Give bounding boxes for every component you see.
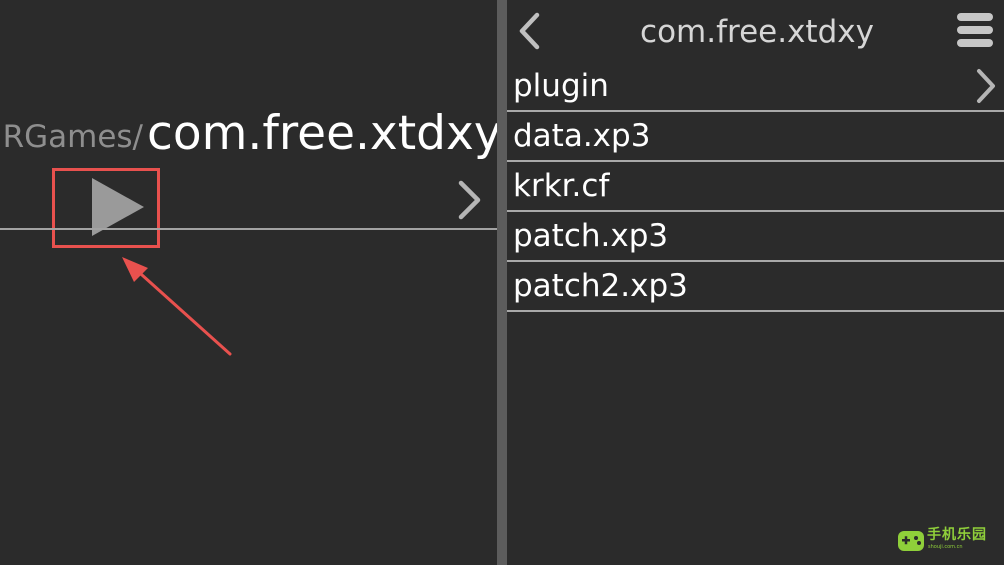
path-breadcrumb: RGames/ com.free.xtdxy	[0, 108, 497, 168]
pane-splitter[interactable]	[497, 0, 507, 565]
list-item-krkr-cf[interactable]: krkr.cf	[507, 162, 1004, 212]
file-label: patch2.xp3	[513, 268, 688, 304]
file-label: data.xp3	[513, 118, 651, 154]
left-pane: RGames/ com.free.xtdxy	[0, 0, 497, 565]
chevron-left-icon[interactable]	[513, 12, 545, 50]
watermark-subtext: shouji.com.cn	[928, 544, 963, 550]
list-item-patch-xp3[interactable]: patch.xp3	[507, 212, 1004, 262]
file-label: patch.xp3	[513, 218, 669, 254]
list-item-patch2-xp3[interactable]: patch2.xp3	[507, 262, 1004, 312]
row-divider	[0, 228, 497, 230]
file-label: plugin	[513, 68, 609, 104]
list-item-plugin[interactable]: plugin	[507, 62, 1004, 112]
play-button[interactable]	[52, 168, 160, 248]
hamburger-menu-icon[interactable]	[957, 13, 993, 49]
watermark-text: 手机乐园	[927, 527, 987, 543]
chevron-right-icon	[977, 69, 995, 103]
current-folder-name: com.free.xtdxy	[147, 108, 497, 161]
gamepad-logo-icon	[898, 531, 924, 551]
app-window: RGames/ com.free.xtdxy com.free.xtdxy pl…	[0, 0, 1004, 565]
file-list: plugin data.xp3 krkr.cf patch.xp3 patch2…	[507, 62, 1004, 312]
chevron-right-icon[interactable]	[456, 180, 484, 220]
list-item-data-xp3[interactable]: data.xp3	[507, 112, 1004, 162]
file-label: krkr.cf	[513, 168, 610, 204]
path-prefix: RGames/	[2, 119, 143, 155]
watermark-logo: 手机乐园 shouji.com.cn	[896, 526, 996, 556]
folder-title: com.free.xtdxy	[640, 14, 874, 50]
annotation-arrow-icon	[122, 257, 232, 356]
right-pane: com.free.xtdxy plugin data.xp3 krkr.cf p…	[507, 0, 1004, 565]
